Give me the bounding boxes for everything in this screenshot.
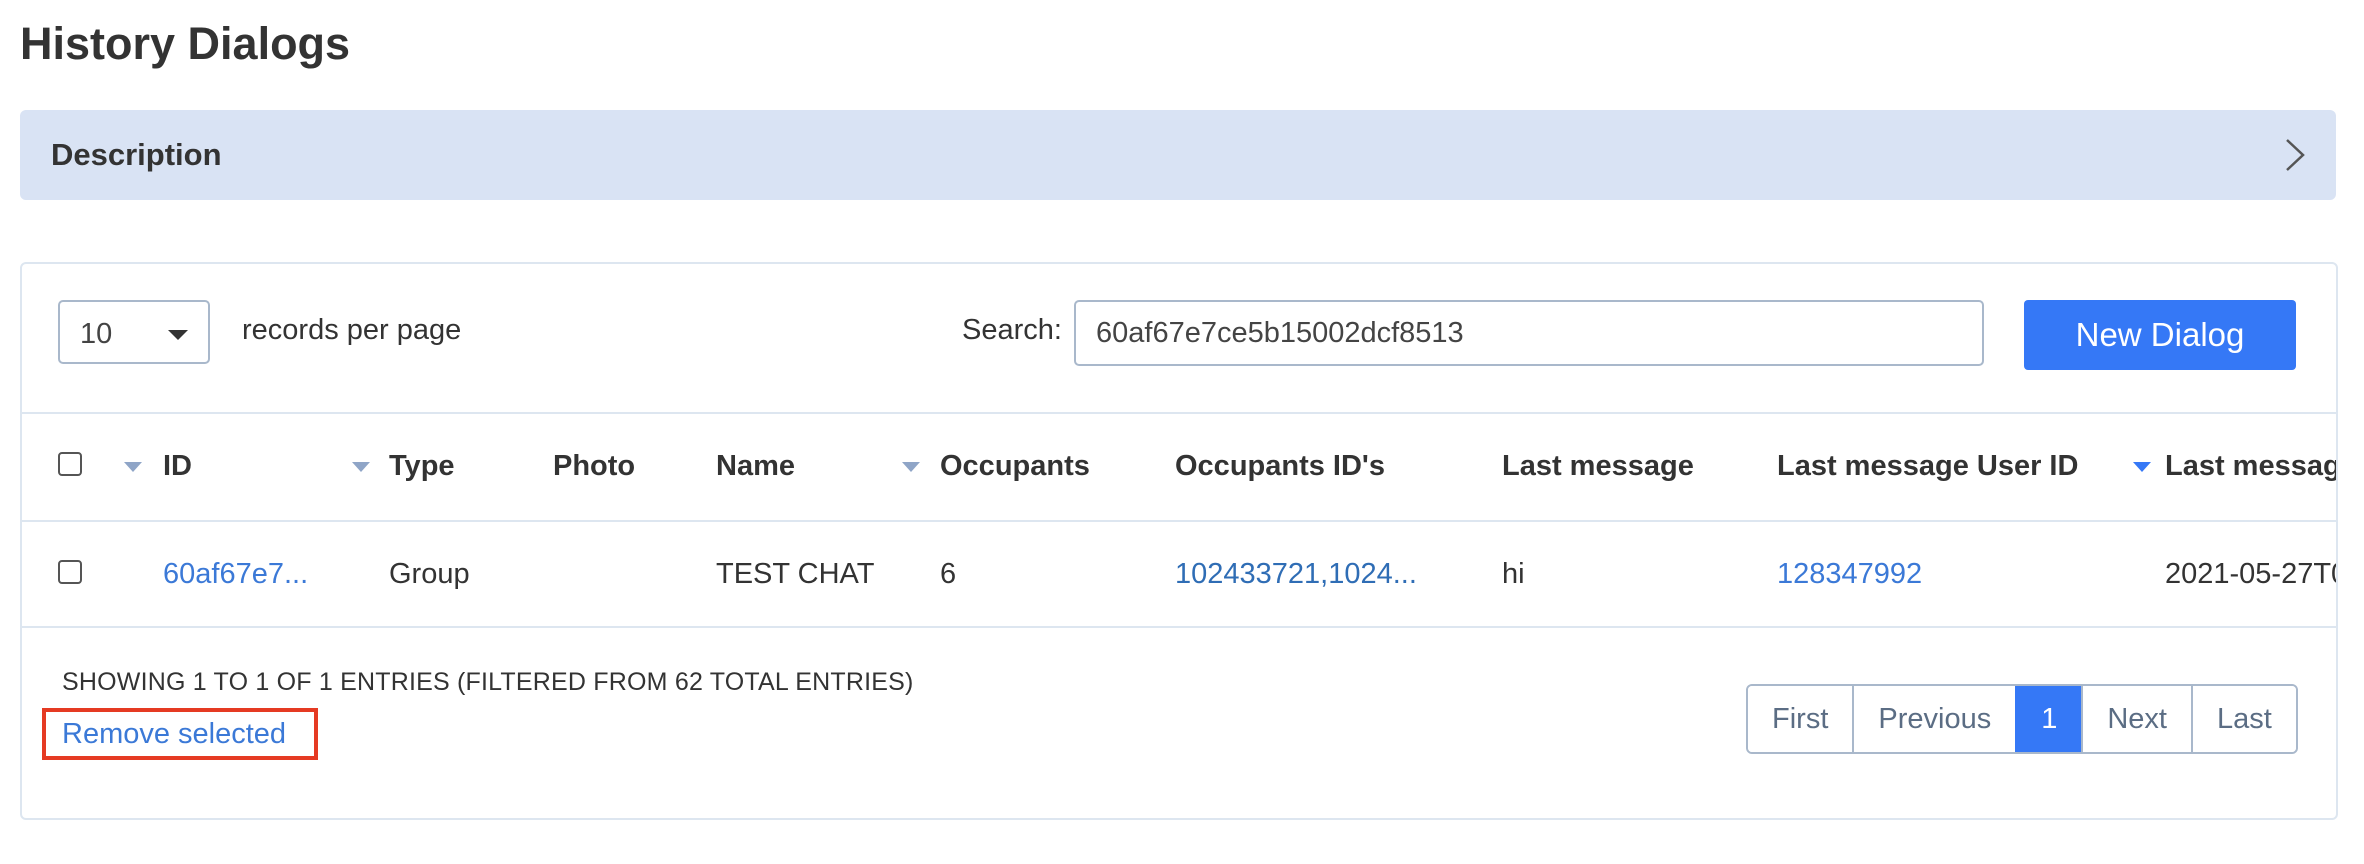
- occupants-ids-link[interactable]: 102433721,1024...: [1175, 558, 1417, 591]
- pagination-last[interactable]: Last: [2190, 686, 2296, 752]
- chevron-right-icon[interactable]: [2284, 138, 2306, 172]
- dialog-name: TEST CHAT: [716, 558, 875, 590]
- table-toolbar: 10 records per page Search: New Dialog: [22, 264, 2336, 414]
- column-header-last-message: Last message: [1502, 450, 1694, 482]
- pagination-first[interactable]: First: [1748, 686, 1853, 752]
- search-label: Search:: [962, 314, 1062, 346]
- column-header-photo: Photo: [553, 450, 636, 482]
- pagination-previous[interactable]: Previous: [1852, 686, 2016, 752]
- sort-icon[interactable]: [902, 462, 920, 472]
- new-dialog-button[interactable]: New Dialog: [2024, 300, 2296, 370]
- records-per-page-select[interactable]: 10: [58, 300, 210, 364]
- dialog-last-message: hi: [1502, 558, 1525, 590]
- remove-selected-link[interactable]: Remove selected: [62, 718, 286, 751]
- pagination: First Previous 1 Next Last: [1746, 684, 2298, 754]
- dialog-type: Group: [389, 558, 470, 590]
- sort-icon[interactable]: [352, 462, 370, 472]
- pagination-next[interactable]: Next: [2081, 686, 2191, 752]
- records-per-page-value: 10: [80, 318, 113, 350]
- column-header-occupants[interactable]: Occupants: [940, 450, 1090, 483]
- records-per-page-label: records per page: [242, 314, 462, 346]
- pagination-current-page[interactable]: 1: [2015, 686, 2082, 752]
- caret-down-icon: [168, 330, 188, 340]
- dialogs-table-card: 10 records per page Search: New Dialog I…: [20, 262, 2338, 820]
- column-header-type[interactable]: Type: [389, 450, 455, 483]
- dialog-last-message-date: 2021-05-27T0: [2165, 558, 2336, 590]
- table-row: 60af67e7... Group TEST CHAT 6 102433721,…: [22, 522, 2336, 628]
- table-header: ID Type Photo Name Occupants Occupants I…: [22, 412, 2336, 522]
- sort-active-icon[interactable]: [2133, 462, 2151, 472]
- column-header-occupants-ids: Occupants ID's: [1175, 450, 1385, 482]
- description-panel[interactable]: Description: [20, 110, 2336, 200]
- description-title: Description: [51, 137, 222, 172]
- dialog-id-link[interactable]: 60af67e7...: [163, 558, 308, 591]
- page-title: History Dialogs: [20, 18, 351, 69]
- column-header-id[interactable]: ID: [163, 450, 192, 483]
- row-checkbox[interactable]: [58, 560, 82, 584]
- search-input[interactable]: [1074, 300, 1984, 366]
- column-header-last-message-date[interactable]: Last messag: [2165, 450, 2336, 483]
- sort-icon[interactable]: [124, 462, 142, 472]
- select-all-checkbox[interactable]: [58, 452, 82, 476]
- last-message-user-id-link[interactable]: 128347992: [1777, 558, 1922, 591]
- column-header-last-message-user-id: Last message User ID: [1777, 450, 2079, 482]
- remove-selected-highlight: Remove selected: [42, 708, 318, 760]
- dialog-occupants: 6: [940, 558, 957, 590]
- column-header-name: Name: [716, 450, 795, 482]
- entries-info: SHOWING 1 TO 1 OF 1 ENTRIES (FILTERED FR…: [62, 668, 914, 696]
